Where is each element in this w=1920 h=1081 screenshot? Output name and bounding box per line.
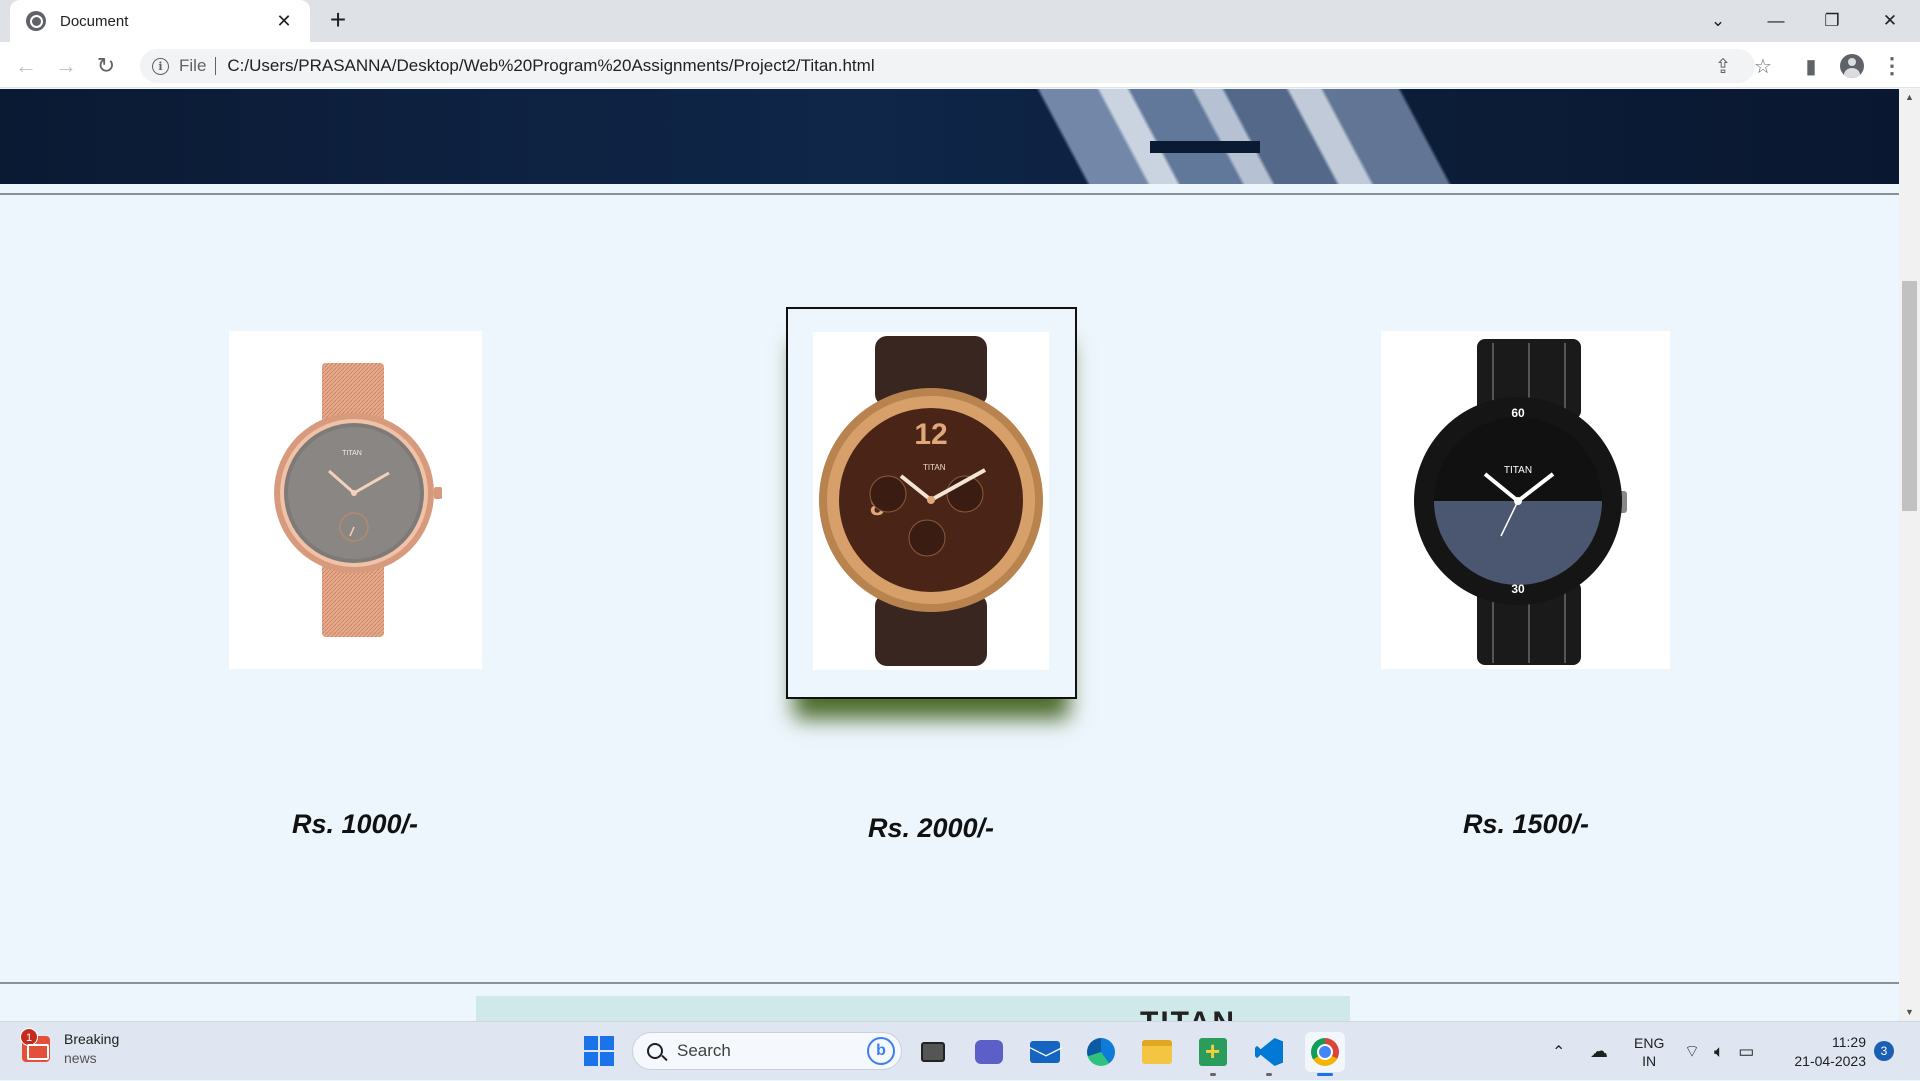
tab-strip: Document ✕ + ⌄ — ❐ ✕ xyxy=(0,0,1920,42)
reload-icon[interactable]: ↻ xyxy=(90,50,122,82)
news-title: Breaking xyxy=(64,1031,120,1047)
scroll-up-arrow-icon[interactable]: ▲ xyxy=(1899,89,1920,106)
chrome-icon[interactable] xyxy=(1305,1032,1345,1076)
news-badge: 1 xyxy=(20,1028,38,1046)
svg-text:30: 30 xyxy=(1511,582,1525,596)
divider xyxy=(0,982,1899,984)
taskbar-search-placeholder: Search xyxy=(677,1041,731,1060)
product-price: Rs. 1500/- xyxy=(1462,809,1590,839)
share-icon[interactable]: ⇪ xyxy=(1707,50,1739,82)
clock-time: 11:29 xyxy=(1832,1033,1866,1050)
close-icon[interactable]: ✕ xyxy=(272,11,296,32)
address-bar[interactable]: i File C:/Users/PRASANNA/Desktop/Web%20P… xyxy=(140,49,1755,83)
scroll-down-arrow-icon[interactable]: ▼ xyxy=(1899,1004,1920,1021)
product-price: Rs. 1000/- xyxy=(291,809,419,839)
bing-icon[interactable]: b xyxy=(867,1037,895,1065)
svg-text:TITAN: TITAN xyxy=(1504,465,1532,476)
forward-arrow-icon[interactable]: → xyxy=(50,50,82,82)
product-image-black-steel-watch[interactable]: 60 30 TITAN xyxy=(1381,331,1670,669)
scrollbar-thumb[interactable] xyxy=(1902,281,1917,511)
product-image-rose-gold-watch[interactable]: TITAN xyxy=(229,331,482,669)
minimize-button[interactable]: — xyxy=(1748,0,1804,42)
search-icon xyxy=(647,1043,663,1059)
svg-text:TITAN: TITAN xyxy=(923,463,946,472)
clock-date: 21-04-2023 xyxy=(1794,1052,1866,1069)
edge-browser-icon[interactable] xyxy=(1081,1032,1121,1072)
mail-icon[interactable] xyxy=(1025,1032,1065,1072)
battery-icon: ▭ xyxy=(1738,1041,1755,1061)
globe-icon xyxy=(26,11,46,31)
onedrive-cloud-icon[interactable]: ☁ xyxy=(1590,1022,1608,1081)
show-hidden-icons-chevron-icon[interactable]: ⌃ xyxy=(1552,1022,1565,1081)
footer-logo-text: TITAN xyxy=(1140,1006,1236,1021)
page-viewport: TITAN Rs. 1000/- 12 8 TITAN xyxy=(0,89,1899,1021)
svg-text:12: 12 xyxy=(914,418,947,451)
task-view-icon[interactable] xyxy=(913,1032,953,1072)
tab-title: Document xyxy=(60,12,129,30)
browser-tab[interactable]: Document ✕ xyxy=(10,0,310,42)
divider xyxy=(0,193,1899,195)
notification-count-badge[interactable]: 3 xyxy=(1874,1041,1894,1061)
restore-button[interactable]: ❐ xyxy=(1804,0,1860,42)
profile-icon[interactable] xyxy=(1836,50,1868,82)
kebab-menu-icon[interactable]: ⋮ xyxy=(1876,50,1908,82)
store-app-icon[interactable] xyxy=(1193,1032,1233,1076)
teams-chat-icon[interactable] xyxy=(969,1032,1009,1072)
system-status-icons[interactable]: ⌔ 🔈︎ ▭ xyxy=(1684,1022,1754,1081)
hero-banner-image xyxy=(0,89,1899,184)
page-scrollbar[interactable]: ▲ ▼ xyxy=(1899,89,1920,1021)
input-language-indicator[interactable]: ENG IN xyxy=(1634,1022,1664,1081)
file-explorer-icon[interactable] xyxy=(1137,1032,1177,1072)
product-image-chronograph-watch[interactable]: 12 8 TITAN xyxy=(813,332,1049,670)
taskbar-search-box[interactable]: Search b xyxy=(632,1032,902,1070)
window-close-button[interactable]: ✕ xyxy=(1862,0,1918,42)
side-panel-icon[interactable]: ▮ xyxy=(1795,50,1827,82)
footer-logo-banner: TITAN xyxy=(476,996,1350,1021)
svg-text:60: 60 xyxy=(1511,406,1525,420)
system-clock[interactable]: 11:29 21-04-2023 xyxy=(1786,1022,1866,1081)
url-scheme: File xyxy=(179,57,217,75)
new-tab-button[interactable]: + xyxy=(322,4,354,36)
product-price: Rs. 2000/- xyxy=(867,813,995,843)
news-subtitle: news xyxy=(64,1050,97,1066)
wifi-icon: ⌔ xyxy=(1684,1042,1700,1061)
browser-toolbar: ← → ↻ i File C:/Users/PRASANNA/Desktop/W… xyxy=(0,42,1920,88)
news-icon: 1 xyxy=(20,1028,50,1062)
tab-search-chevron-icon[interactable]: ⌄ xyxy=(1690,0,1746,42)
windows-taskbar: 1 Breaking news Search b ⌃ ☁ ENG IN ⌔ 🔈︎… xyxy=(0,1021,1920,1080)
info-icon[interactable]: i xyxy=(152,57,169,75)
back-arrow-icon[interactable]: ← xyxy=(10,50,42,82)
windows-start-icon[interactable] xyxy=(584,1036,614,1066)
svg-text:TITAN: TITAN xyxy=(342,450,362,457)
volume-icon: 🔈︎ xyxy=(1713,1041,1725,1061)
lang-region: IN xyxy=(1642,1052,1657,1069)
url-text[interactable]: C:/Users/PRASANNA/Desktop/Web%20Program%… xyxy=(227,56,874,76)
news-widget[interactable]: 1 Breaking news xyxy=(20,1028,120,1068)
vscode-icon[interactable] xyxy=(1249,1032,1289,1076)
star-icon[interactable]: ☆ xyxy=(1747,50,1779,82)
watch-strap-graphic xyxy=(1002,89,1508,184)
lang-code: ENG xyxy=(1634,1034,1665,1051)
